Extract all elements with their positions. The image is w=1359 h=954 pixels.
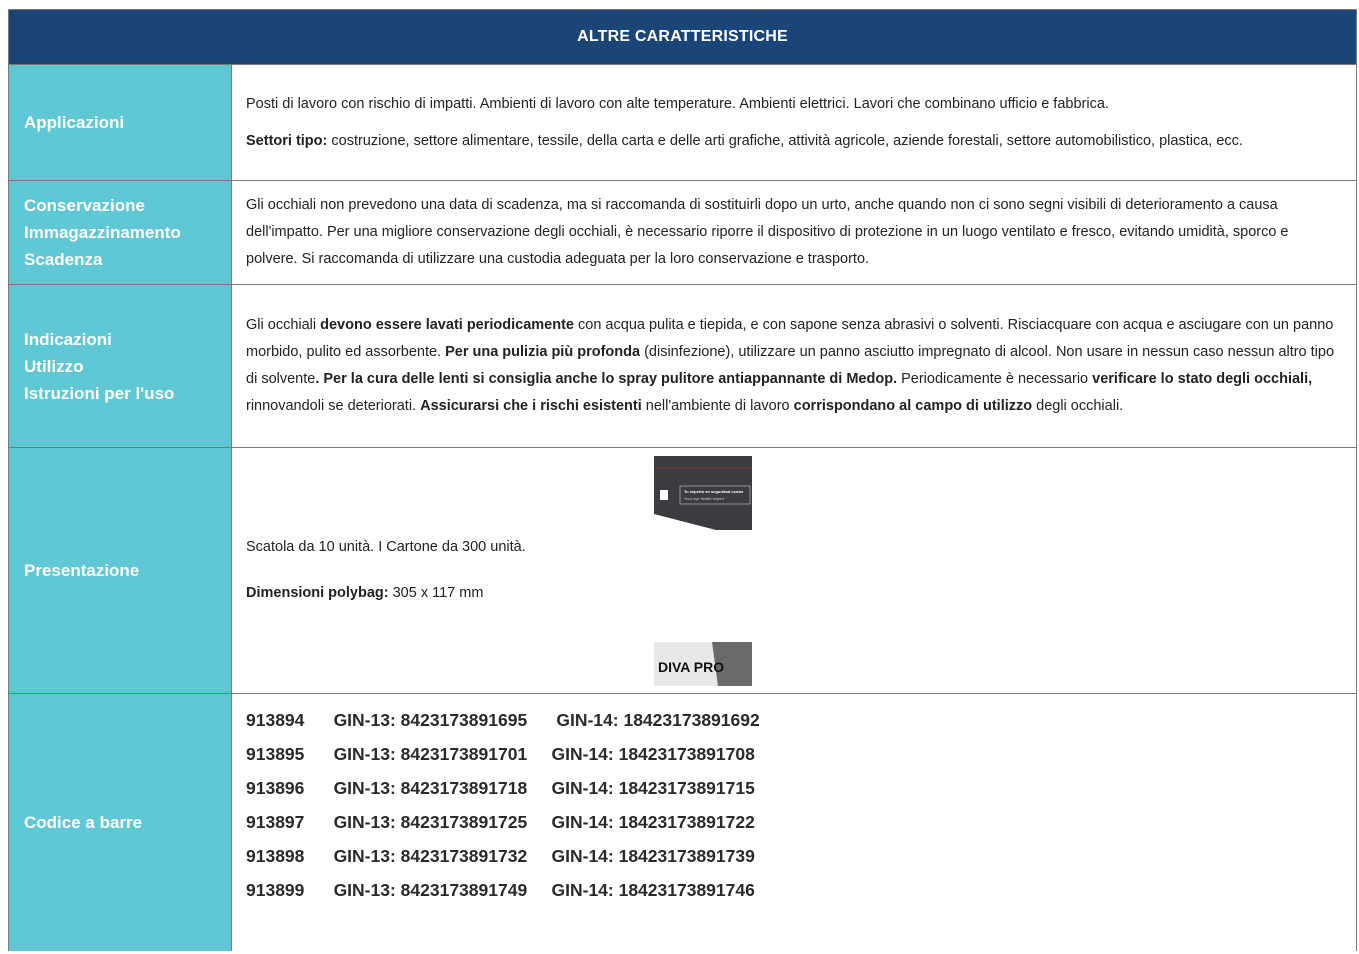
polybag-package-image: Tu experto en seguridad ocular Your eye … [654,456,752,530]
label-codice: Codice a barre [9,694,232,951]
diva-pro-logo-image: DIVA PRO [654,642,752,686]
content-presentazione: Tu experto en seguridad ocular Your eye … [232,448,1356,693]
barcode-line: 913896 GIN-13: 8423173891718 GIN-14: 184… [246,778,755,798]
row-applicazioni: Applicazioni Posti di lavoro con rischio… [9,64,1356,180]
barcode-line: 913898 GIN-13: 8423173891732 GIN-14: 184… [246,846,755,866]
dimensioni-text: Dimensioni polybag: 305 x 117 mm [246,585,484,601]
row-conservazione: Conservazione Immagazzinamento Scadenza … [9,180,1356,284]
label-indicazioni: Indicazioni Utilizzo Istruzioni per l'us… [9,285,232,447]
barcode-line: 913897 GIN-13: 8423173891725 GIN-14: 184… [246,812,755,832]
conservazione-text: Gli occhiali non prevedono una data di s… [246,197,1289,267]
settori-text: Settori tipo: costruzione, settore alime… [246,132,1243,149]
barcode-line: 913894 GIN-13: 8423173891695 GIN-14: 184… [246,710,760,730]
characteristics-table: ALTRE CARATTERISTICHE Applicazioni Posti… [8,9,1357,951]
label-conservazione: Conservazione Immagazzinamento Scadenza [9,181,232,284]
barcode-line: 913899 GIN-13: 8423173891749 GIN-14: 184… [246,880,755,900]
content-codice: 913894 GIN-13: 8423173891695 GIN-14: 184… [232,694,1356,951]
presentazione-text: Scatola da 10 unità. I Cartone da 300 un… [246,539,526,555]
applicazioni-text: Posti di lavoro con rischio di impatti. … [246,95,1109,112]
svg-text:DIVA PRO: DIVA PRO [658,659,724,675]
label-applicazioni: Applicazioni [9,65,232,180]
svg-text:Tu experto en seguridad ocular: Tu experto en seguridad ocular [684,489,744,494]
table-header: ALTRE CARATTERISTICHE [9,10,1356,64]
label-presentazione: Presentazione [9,448,232,693]
indicazioni-text: Gli occhiali devono essere lavati period… [246,317,1335,414]
content-indicazioni: Gli occhiali devono essere lavati period… [232,285,1356,447]
svg-text:Your eye health expert: Your eye health expert [684,496,725,501]
row-codice: Codice a barre 913894 GIN-13: 8423173891… [9,693,1356,951]
row-presentazione: Presentazione Tu experto en seguridad oc… [9,447,1356,693]
content-conservazione: Gli occhiali non prevedono una data di s… [232,181,1356,284]
row-indicazioni: Indicazioni Utilizzo Istruzioni per l'us… [9,284,1356,447]
content-applicazioni: Posti di lavoro con rischio di impatti. … [232,65,1356,180]
barcode-line: 913895 GIN-13: 8423173891701 GIN-14: 184… [246,744,755,764]
